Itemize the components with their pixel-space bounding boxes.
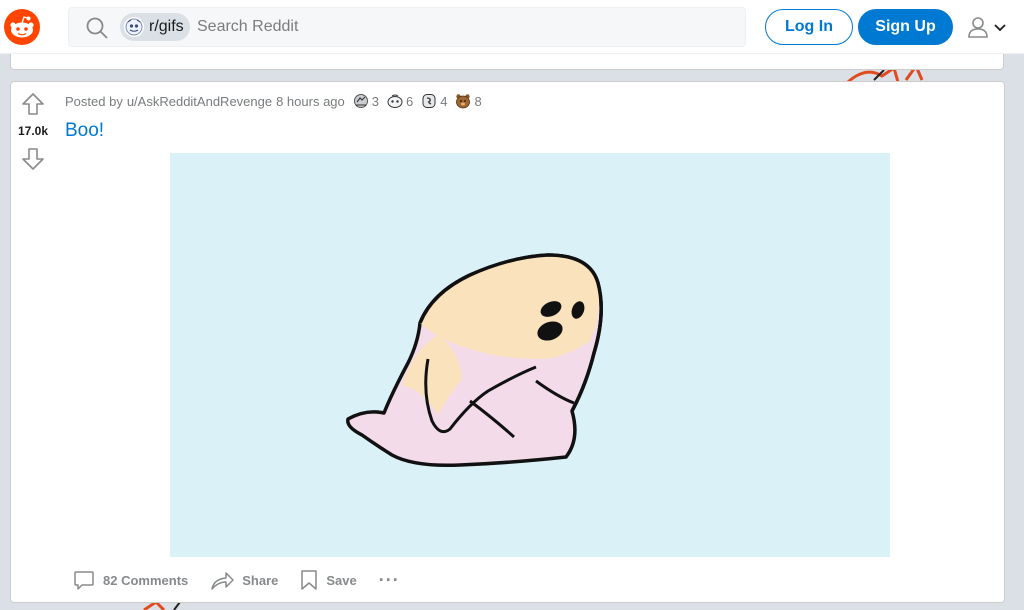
user-dropdown[interactable]: [966, 14, 1010, 40]
ghost-animation-frame: [346, 253, 603, 468]
sign-up-button[interactable]: Sign Up: [858, 9, 953, 45]
bookmark-icon: [301, 570, 318, 590]
post-title[interactable]: Boo!: [65, 120, 104, 142]
log-in-button[interactable]: Log In: [765, 9, 853, 45]
share-icon: [211, 572, 234, 590]
post-actions-bar: 82 Comments Share Save ···: [65, 564, 414, 596]
award-helpful[interactable]: 6: [387, 93, 413, 109]
post-card[interactable]: 17.0k Posted by u/AskRedditAndRevenge 8 …: [10, 81, 1005, 603]
share-label: Share: [242, 572, 279, 588]
subreddit-chip-label: r/gifs: [149, 18, 184, 35]
post-meta: Posted by u/AskRedditAndRevenge 8 hours …: [65, 92, 482, 110]
award-silver[interactable]: 3: [353, 93, 379, 109]
subreddit-avatar-icon: [124, 17, 144, 37]
user-icon: [968, 17, 988, 38]
save-button[interactable]: Save: [292, 563, 364, 597]
subreddit-filter-chip[interactable]: r/gifs: [120, 13, 190, 41]
wholesome-award-icon: [422, 94, 436, 108]
save-label: Save: [326, 572, 357, 588]
comments-button[interactable]: 82 Comments: [65, 563, 196, 597]
post-media-gif[interactable]: [170, 153, 890, 557]
posted-by-label: Posted by: [65, 93, 123, 109]
comments-label: 82 Comments: [103, 572, 189, 588]
bear-award-icon: [456, 94, 471, 109]
vote-count: 17.0k: [17, 124, 49, 138]
helpful-award-icon: [387, 94, 403, 108]
share-button[interactable]: Share: [202, 563, 286, 597]
award-bear[interactable]: 8: [455, 93, 482, 109]
more-options-icon: ···: [378, 569, 400, 590]
chevron-down-icon: [994, 24, 1006, 32]
more-options-button[interactable]: ···: [371, 564, 408, 597]
post-timestamp[interactable]: 8 hours ago: [276, 94, 345, 109]
search-bar[interactable]: r/gifs: [68, 7, 746, 47]
post-author-link[interactable]: u/AskRedditAndRevenge: [127, 94, 272, 109]
award-wholesome[interactable]: 4: [421, 93, 447, 109]
award-count: 3: [371, 93, 379, 109]
search-input[interactable]: [197, 12, 717, 42]
upvote-arrow-icon[interactable]: [21, 92, 45, 116]
award-count: 8: [474, 93, 482, 109]
award-count: 4: [440, 93, 448, 109]
comment-icon: [74, 571, 94, 590]
award-count: 6: [406, 93, 414, 109]
search-icon: [86, 17, 108, 39]
downvote-arrow-icon[interactable]: [21, 147, 45, 171]
silver-award-icon: [353, 94, 368, 108]
reddit-logo-icon[interactable]: [4, 9, 40, 45]
vote-column: 17.0k: [11, 82, 55, 602]
top-navigation-bar: r/gifs Log In Sign Up: [0, 0, 1024, 54]
